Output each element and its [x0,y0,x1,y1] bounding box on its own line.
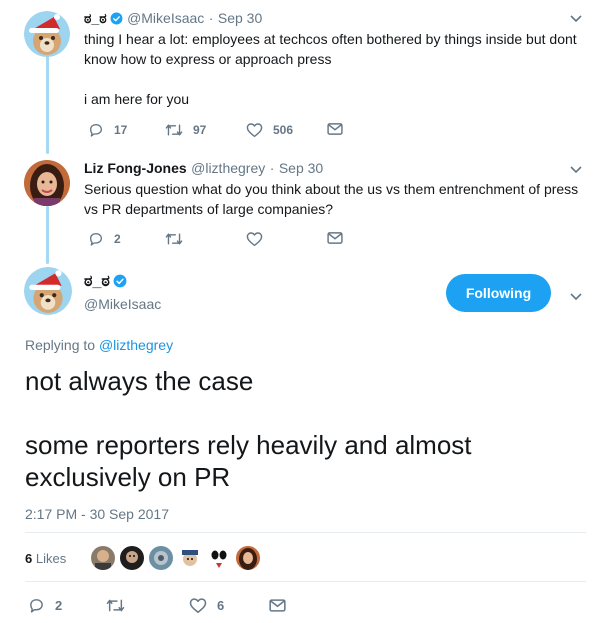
thread-line-2 [46,206,49,264]
liker-avatar[interactable] [149,546,173,570]
liker-avatar[interactable] [91,546,115,570]
reply-icon [28,597,45,614]
main-tweet-text: not always the case some reporters rely … [25,365,585,493]
main-reply-button[interactable]: 2 [28,597,62,614]
tweet2-reply-button[interactable]: 2 [88,231,121,247]
tweet1-text: thing I hear a lot: employees at techcos… [84,29,594,109]
tweet2-date[interactable]: Sep 30 [279,160,323,176]
tweet1-text-line3: i am here for you [84,91,190,107]
tweet1-header: ಠ_ಠ @MikeIsaac · Sep 30 [84,10,262,30]
main-retweet-button[interactable] [106,597,125,614]
tweet2-text: Serious question what do you think about… [84,179,594,219]
verified-badge-icon [110,12,123,30]
tweet1-retweet-button[interactable]: 97 [165,122,206,138]
tweet1-date[interactable]: Sep 30 [218,10,262,26]
heart-icon [246,231,263,247]
replying-handle-link[interactable]: @lizthegrey [99,337,173,353]
direct-message-icon [327,122,343,136]
tweet1-text-line2: know how to express or approach press [84,51,332,67]
tweet2-dot: · [269,160,275,176]
replying-prefix: Replying to [25,337,96,353]
main-name-row: ಠ_ಠ [84,273,127,293]
avatar-mikeisaac-1[interactable] [24,11,70,57]
tweet2-text-line1: Serious question what do you think about… [84,181,579,197]
tweet2-name[interactable]: Liz Fong-Jones [84,160,187,176]
main-text-line1: not always the case [25,366,254,396]
main-dm-button[interactable] [269,598,286,613]
heart-icon [189,597,207,614]
tweet1-retweet-count: 97 [193,123,207,137]
tweet1-dot: · [208,10,214,26]
main-timestamp[interactable]: 2:17 PM - 30 Sep 2017 [25,506,169,522]
main-name[interactable]: ಠ_ಠ [84,273,110,290]
likes-stat-label: Likes [35,551,67,566]
replying-to: Replying to @lizthegrey [25,337,173,353]
divider-top [25,532,586,533]
main-text-line2: some reporters rely heavily and almost [25,430,472,460]
tweet2-handle[interactable]: @lizthegrey [191,160,265,176]
main-text-line3: exclusively on PR [25,462,231,492]
tweet2-reply-count: 2 [114,232,121,246]
main-reply-count: 2 [55,598,63,613]
avatar-lizthegrey[interactable] [24,160,70,206]
tweet1-like-button[interactable]: 506 [246,122,293,138]
direct-message-icon [269,598,286,613]
liker-avatar[interactable] [207,546,231,570]
likes-stat[interactable]: 6 Likes [25,551,66,566]
reply-icon [88,231,104,247]
tweet2-header: Liz Fong-Jones @lizthegrey · Sep 30 [84,160,323,178]
tweet1-name[interactable]: ಠ_ಠ [84,10,107,26]
retweet-icon [165,231,183,247]
direct-message-icon [327,231,343,245]
liker-avatar[interactable] [120,546,144,570]
likes-stat-count: 6 [25,551,33,566]
tweet1-text-line1: thing I hear a lot: employees at techcos… [84,31,577,47]
main-handle[interactable]: @MikeIsaac [84,296,161,312]
tweet1-reply-button[interactable]: 17 [88,122,127,138]
tweet2-dm-button[interactable] [327,231,343,245]
divider-bottom [25,581,586,582]
tweet2-text-line2: vs PR departments of large companies? [84,201,334,217]
retweet-icon [165,122,183,138]
tweet1-dm-button[interactable] [327,122,343,136]
verified-badge-icon [113,274,127,293]
tweet1-like-count: 506 [273,123,294,137]
tweet2-retweet-button[interactable] [165,231,183,247]
main-like-button[interactable]: 6 [189,597,224,614]
chevron-down-icon[interactable] [570,163,582,177]
liker-avatar[interactable] [236,546,260,570]
chevron-down-icon[interactable] [570,290,582,304]
main-like-count: 6 [217,598,225,613]
following-button[interactable]: Following [446,274,551,312]
heart-icon [246,122,263,138]
chevron-down-icon[interactable] [570,12,582,26]
thread-line-1 [46,56,49,154]
tweet1-handle[interactable]: @MikeIsaac [127,10,204,26]
liker-avatar[interactable] [178,546,202,570]
tweet1-reply-count: 17 [114,123,128,137]
tweet2-like-button[interactable] [246,231,263,247]
avatar-mikeisaac-main[interactable] [24,267,72,315]
retweet-icon [106,597,125,614]
reply-icon [88,122,104,138]
